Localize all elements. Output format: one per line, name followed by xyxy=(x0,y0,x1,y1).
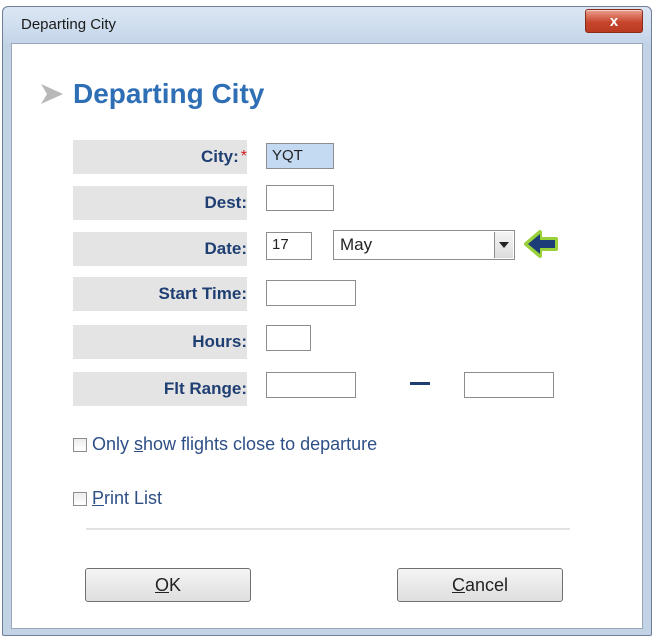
print-list-option[interactable]: Print List xyxy=(73,488,162,509)
dialog-window: Departing City x Departing City City: * … xyxy=(2,6,652,636)
dest-input[interactable] xyxy=(266,185,334,211)
divider xyxy=(86,528,570,530)
date-month-value: May xyxy=(340,235,373,254)
city-label-cell: City: * xyxy=(73,140,247,174)
print-list-checkbox[interactable] xyxy=(73,491,87,506)
date-day-input[interactable]: 17 xyxy=(266,232,312,260)
section-header: Departing City xyxy=(39,78,264,110)
arrow-left-icon xyxy=(524,230,558,258)
city-label: City: xyxy=(200,147,239,166)
hours-input[interactable] xyxy=(266,325,311,351)
start-time-input[interactable] xyxy=(266,280,356,306)
close-to-departure-label[interactable]: Only show flights close to departure xyxy=(92,434,377,455)
dest-label: Dest: xyxy=(204,193,247,212)
start-time-label: Start Time: xyxy=(158,284,248,303)
chevron-down-icon xyxy=(499,242,509,248)
close-to-departure-option[interactable]: Only show flights close to departure xyxy=(73,434,377,455)
flt-range-from-input[interactable] xyxy=(266,372,356,398)
date-month-select[interactable]: May xyxy=(333,230,515,260)
flt-range-label: Flt Range: xyxy=(163,379,247,398)
close-button[interactable]: x xyxy=(585,9,643,33)
close-icon: x xyxy=(609,12,619,30)
flt-range-to-input[interactable] xyxy=(464,372,554,398)
hours-label-cell: Hours: xyxy=(73,325,247,359)
ok-button[interactable]: OK xyxy=(85,568,251,602)
date-label-cell: Date: xyxy=(73,232,247,266)
date-label: Date: xyxy=(204,239,247,258)
start-time-label-cell: Start Time: xyxy=(73,277,247,311)
window-title: Departing City xyxy=(21,16,117,33)
required-marker: * xyxy=(240,148,247,165)
print-list-label[interactable]: Print List xyxy=(92,488,162,509)
chevron-right-icon xyxy=(41,84,63,104)
cancel-button[interactable]: Cancel xyxy=(397,568,563,602)
city-input[interactable]: YQT xyxy=(266,143,334,169)
flt-range-label-cell: Flt Range: xyxy=(73,372,247,406)
dest-label-cell: Dest: xyxy=(73,186,247,220)
dropdown-button[interactable] xyxy=(494,232,513,258)
title-bar[interactable]: Departing City x xyxy=(3,7,651,43)
page-title: Departing City xyxy=(73,78,265,109)
range-separator xyxy=(410,382,430,385)
hours-label: Hours: xyxy=(192,332,247,351)
close-to-departure-checkbox[interactable] xyxy=(73,437,87,452)
dialog-content: Departing City City: * YQT Dest: Date: 1… xyxy=(11,43,643,629)
